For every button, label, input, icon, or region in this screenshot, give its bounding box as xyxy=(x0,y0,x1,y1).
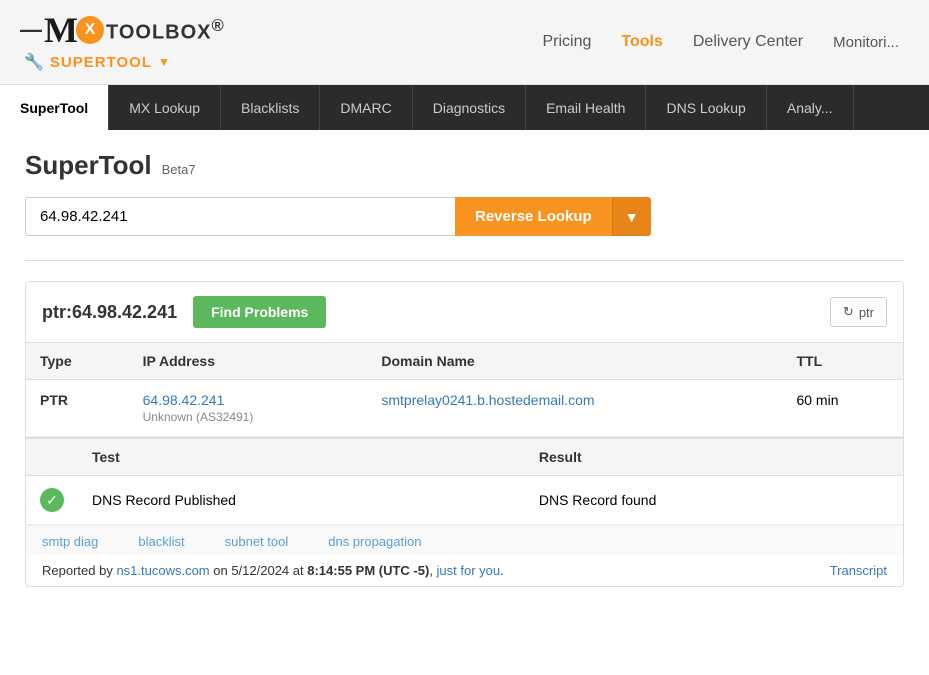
supertool-label[interactable]: 🔧 SUPERTOOL ▼ xyxy=(20,52,170,72)
ip-asn: Unknown (AS32491) xyxy=(143,410,354,424)
tab-email-health[interactable]: Email Health xyxy=(526,85,646,130)
ptr-address: ptr:64.98.42.241 xyxy=(42,302,177,323)
cell-test-result: DNS Record found xyxy=(525,476,903,525)
find-problems-button[interactable]: Find Problems xyxy=(193,296,326,328)
col-test: Test xyxy=(78,438,525,476)
nav-pricing[interactable]: Pricing xyxy=(542,33,591,51)
col-domain: Domain Name xyxy=(367,343,782,380)
logo-dash: — xyxy=(20,17,42,43)
logo-image[interactable]: — M X TOOLBOX® xyxy=(20,12,225,48)
logo-toolbox: TOOLBOX® xyxy=(106,16,225,45)
ptr-section: ptr:64.98.42.241 Find Problems ↻ ptr Typ… xyxy=(25,281,904,587)
domain-link[interactable]: smtprelay0241.b.hostedemail.com xyxy=(381,392,594,408)
nav-delivery-center[interactable]: Delivery Center xyxy=(693,33,803,51)
logo-m: M xyxy=(44,12,78,48)
ptr-header: ptr:64.98.42.241 Find Problems ↻ ptr xyxy=(26,282,903,343)
cell-check-icon: ✓ xyxy=(26,476,78,525)
footer-time: 8:14:55 PM (UTC -5) xyxy=(307,563,429,578)
col-ttl: TTL xyxy=(782,343,903,380)
col-result: Result xyxy=(525,438,903,476)
main-content: SuperTool Beta7 Reverse Lookup ▼ ptr:64.… xyxy=(0,130,929,607)
tab-dns-lookup[interactable]: DNS Lookup xyxy=(646,85,766,130)
cell-type: PTR xyxy=(26,380,129,437)
footer-just-for-you-link[interactable]: just for you xyxy=(437,563,501,578)
nav-monitoring[interactable]: Monitori... xyxy=(833,34,899,51)
footer-link-smtp-diag[interactable]: smtp diag xyxy=(42,534,98,549)
logo-area: — M X TOOLBOX® 🔧 SUPERTOOL ▼ xyxy=(20,12,225,72)
col-ip: IP Address xyxy=(129,343,368,380)
page-title-text: SuperTool xyxy=(25,150,152,181)
footer-report-text: Reported by ns1.tucows.com on 5/12/2024 … xyxy=(42,563,504,578)
supertool-icon: 🔧 xyxy=(24,52,44,72)
supertool-text: SUPERTOOL xyxy=(50,54,152,71)
results-table: Type IP Address Domain Name TTL PTR 64.9… xyxy=(26,343,903,437)
tab-dmarc[interactable]: DMARC xyxy=(320,85,412,130)
footer-link-dns-propagation[interactable]: dns propagation xyxy=(328,534,421,549)
test-table: Test Result ✓ DNS Record Published DNS R… xyxy=(26,437,903,525)
cell-test-name: DNS Record Published xyxy=(78,476,525,525)
tab-analyze[interactable]: Analy... xyxy=(767,85,854,130)
footer-link-subnet-tool[interactable]: subnet tool xyxy=(225,534,289,549)
header: — M X TOOLBOX® 🔧 SUPERTOOL ▼ Pricing Too… xyxy=(0,0,929,85)
test-row: ✓ DNS Record Published DNS Record found xyxy=(26,476,903,525)
footer-server-link[interactable]: ns1.tucows.com xyxy=(116,563,209,578)
footer-text: Reported by ns1.tucows.com on 5/12/2024 … xyxy=(26,555,903,586)
search-row: Reverse Lookup ▼ xyxy=(25,197,904,236)
refresh-icon: ↻ xyxy=(843,304,854,320)
reverse-lookup-button[interactable]: Reverse Lookup xyxy=(455,197,612,236)
table-row: PTR 64.98.42.241 Unknown (AS32491) smtpr… xyxy=(26,380,903,437)
footer-links: smtp diag blacklist subnet tool dns prop… xyxy=(26,525,903,555)
cell-ttl: 60 min xyxy=(782,380,903,437)
logo-x-circle: X xyxy=(76,16,104,44)
tab-supertool[interactable]: SuperTool xyxy=(0,85,109,130)
cell-ip: 64.98.42.241 Unknown (AS32491) xyxy=(129,380,368,437)
lookup-dropdown-arrow[interactable]: ▼ xyxy=(612,197,651,236)
page-title: SuperTool Beta7 xyxy=(25,150,904,181)
col-type: Type xyxy=(26,343,129,380)
nav-tools[interactable]: Tools xyxy=(621,33,662,51)
tab-bar: SuperTool MX Lookup Blacklists DMARC Dia… xyxy=(0,85,929,130)
search-input[interactable] xyxy=(25,197,455,236)
col-status-icon xyxy=(26,438,78,476)
footer-transcript-link[interactable]: Transcript xyxy=(830,563,887,578)
section-divider xyxy=(25,260,904,261)
nav-links: Pricing Tools Delivery Center Monitori..… xyxy=(542,33,909,51)
tab-diagnostics[interactable]: Diagnostics xyxy=(413,85,526,130)
footer-link-blacklist[interactable]: blacklist xyxy=(138,534,184,549)
success-icon: ✓ xyxy=(40,488,64,512)
ptr-refresh-label: ptr xyxy=(859,305,874,320)
chevron-down-icon[interactable]: ▼ xyxy=(158,55,170,69)
cell-domain: smtprelay0241.b.hostedemail.com xyxy=(367,380,782,437)
beta-badge: Beta7 xyxy=(162,162,196,177)
ip-link[interactable]: 64.98.42.241 xyxy=(143,392,225,408)
tab-blacklists[interactable]: Blacklists xyxy=(221,85,320,130)
tab-mx-lookup[interactable]: MX Lookup xyxy=(109,85,221,130)
ptr-refresh-button[interactable]: ↻ ptr xyxy=(830,297,887,327)
